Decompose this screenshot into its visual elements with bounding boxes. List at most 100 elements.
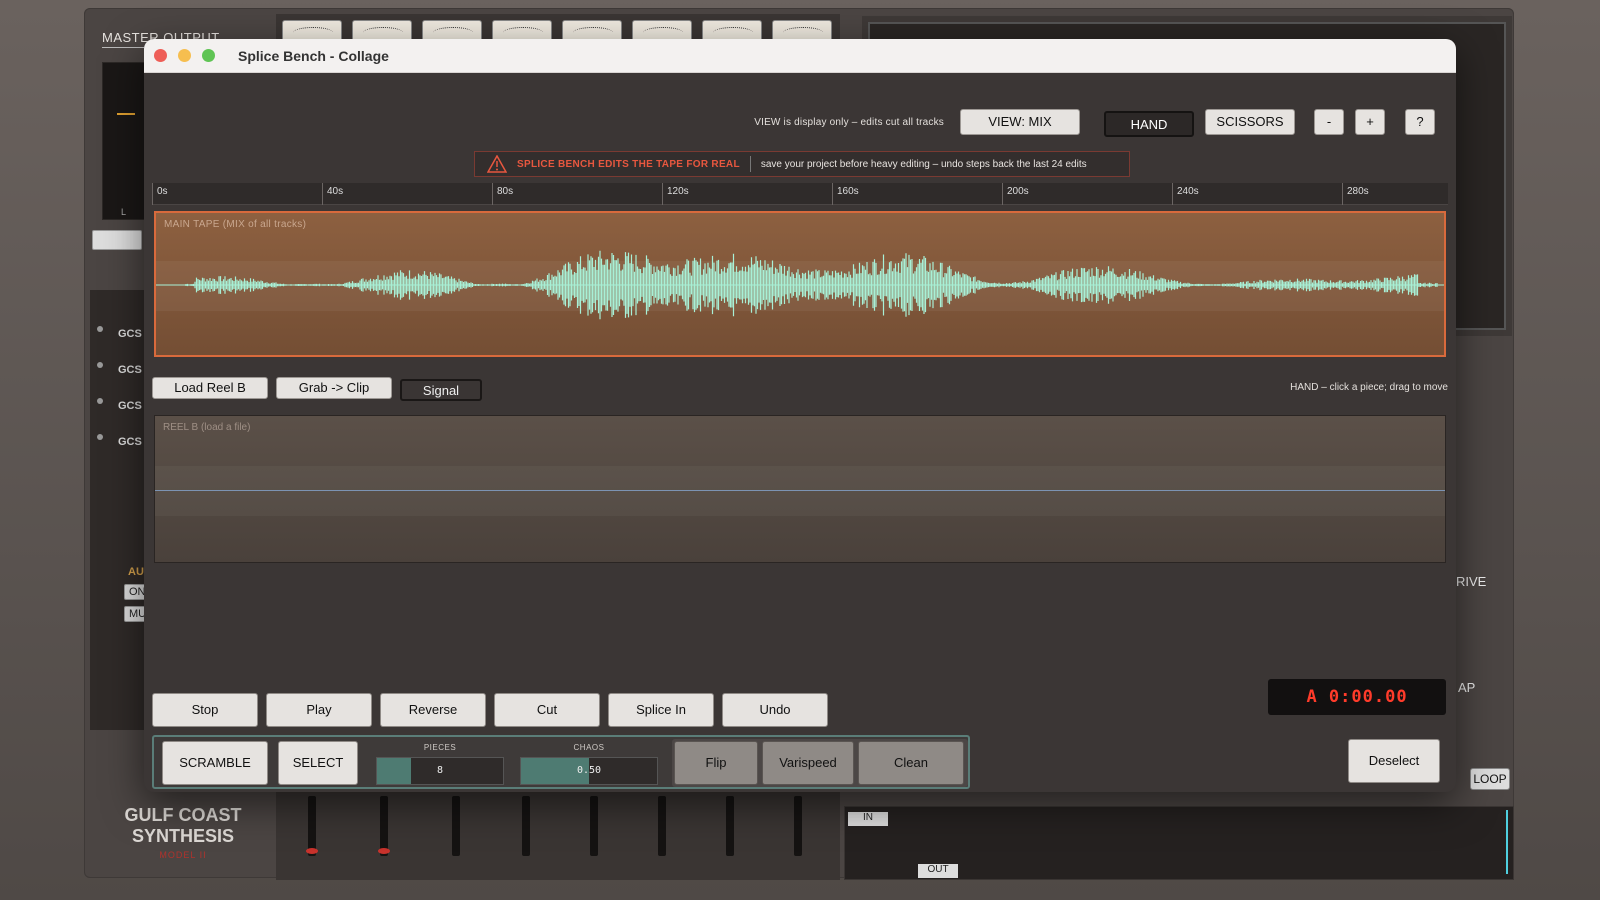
channel-fader[interactable] xyxy=(726,796,734,856)
ruler-tick: 120s xyxy=(662,183,689,205)
help-button[interactable]: ? xyxy=(1405,109,1435,135)
scramble-panel: SCRAMBLE SELECT PIECES 8 CHAOS 0.50 Flip… xyxy=(152,735,970,789)
close-window-button[interactable] xyxy=(154,49,167,62)
scramble-button[interactable]: SCRAMBLE xyxy=(162,741,268,785)
channel-fader[interactable] xyxy=(308,796,316,856)
pieces-slider[interactable]: 8 xyxy=(376,757,504,785)
master-meter: L xyxy=(102,62,146,220)
ruler-tick-label: 160s xyxy=(837,186,859,197)
channel-fader[interactable] xyxy=(380,796,388,856)
pieces-label: PIECES xyxy=(423,743,457,752)
fader-cap[interactable] xyxy=(306,848,318,854)
minimize-window-button[interactable] xyxy=(178,49,191,62)
ruler-tick: 40s xyxy=(322,183,343,205)
grab-clip-button[interactable]: Grab -> Clip xyxy=(276,377,392,399)
splice-bench-window: Splice Bench - Collage VIEW is display o… xyxy=(144,39,1456,792)
ruler-tick-label: 200s xyxy=(1007,186,1029,197)
channel-dot[interactable] xyxy=(97,398,103,404)
zoom-in-button[interactable]: + xyxy=(1355,109,1385,135)
flip-button[interactable]: Flip xyxy=(674,741,758,785)
loop-playhead xyxy=(1506,810,1508,874)
meter-channel-label: L xyxy=(121,207,127,217)
cap-knob-label: AP xyxy=(1458,680,1476,695)
reel-b-flatline xyxy=(155,490,1445,491)
channel-dot[interactable] xyxy=(97,326,103,332)
loop-in-marker[interactable]: IN xyxy=(848,812,888,826)
toolbar: VIEW is display only – edits cut all tra… xyxy=(144,109,1456,139)
ruler-tick-label: 40s xyxy=(327,186,344,197)
waveform-path xyxy=(185,250,1438,320)
undo-button[interactable]: Undo xyxy=(722,693,828,727)
ruler-tick: 280s xyxy=(1342,183,1369,205)
channel-label: GCS xyxy=(118,400,142,412)
track-band xyxy=(155,466,1445,516)
meter-peak-mark xyxy=(117,113,135,115)
signal-button[interactable]: Signal xyxy=(400,379,482,401)
varispeed-button[interactable]: Varispeed xyxy=(762,741,854,785)
channel-strip xyxy=(90,290,146,730)
main-tape-waveform xyxy=(156,250,1444,320)
warning-title: SPLICE BENCH EDITS THE TAPE FOR REAL xyxy=(517,158,740,170)
zoom-out-button[interactable]: - xyxy=(1314,109,1344,135)
scissors-tool-button[interactable]: SCISSORS xyxy=(1205,109,1295,135)
channel-fader[interactable] xyxy=(658,796,666,856)
master-button[interactable] xyxy=(92,230,142,250)
zoom-window-button[interactable] xyxy=(202,49,215,62)
ruler-tick-label: 80s xyxy=(497,186,514,197)
loop-out-marker[interactable]: OUT xyxy=(918,864,958,878)
title-bar[interactable]: Splice Bench - Collage xyxy=(144,39,1456,73)
brand-logo: GULF COAST SYNTHESIS xyxy=(118,805,248,847)
fx-group: Flip Varispeed Clean xyxy=(672,739,968,787)
warning-divider xyxy=(749,156,751,172)
hand-hint: HAND – click a piece; drag to move xyxy=(1290,382,1448,393)
channel-fader[interactable] xyxy=(452,796,460,856)
reel-toolbar: Load Reel B Grab -> Clip Signal HAND – c… xyxy=(152,377,1448,407)
deselect-button[interactable]: Deselect xyxy=(1348,739,1440,783)
brand-line-1: GULF COAST xyxy=(124,805,242,825)
clean-button[interactable]: Clean xyxy=(858,741,964,785)
time-display: A 0:00.00 xyxy=(1268,679,1446,715)
ruler-tick: 240s xyxy=(1172,183,1199,205)
main-tape-track[interactable]: MAIN TAPE (MIX of all tracks) xyxy=(154,211,1446,357)
load-reel-b-button[interactable]: Load Reel B xyxy=(152,377,268,399)
chaos-label: CHAOS xyxy=(573,743,605,752)
timeline-ruler[interactable]: 0s 40s 80s 120s 160s 200s 240s 280s xyxy=(152,183,1448,205)
select-button[interactable]: SELECT xyxy=(278,741,358,785)
reel-b-label: REEL B (load a file) xyxy=(163,422,251,433)
chaos-slider[interactable]: 0.50 xyxy=(520,757,658,785)
channel-fader[interactable] xyxy=(522,796,530,856)
au-label: AU xyxy=(128,566,144,578)
warning-message: save your project before heavy editing –… xyxy=(760,158,1087,170)
ruler-tick: 160s xyxy=(832,183,859,205)
brand-line-2: SYNTHESIS xyxy=(131,826,235,846)
stop-button[interactable]: Stop xyxy=(152,693,258,727)
window-title: Splice Bench - Collage xyxy=(238,47,389,64)
ruler-tick: 80s xyxy=(492,183,513,205)
channel-dot[interactable] xyxy=(97,362,103,368)
warning-icon xyxy=(487,155,507,173)
hand-tool-button[interactable]: HAND xyxy=(1104,111,1194,137)
cut-button[interactable]: Cut xyxy=(494,693,600,727)
ruler-tick: 200s xyxy=(1002,183,1029,205)
play-button[interactable]: Play xyxy=(266,693,372,727)
channel-dot[interactable] xyxy=(97,434,103,440)
splice-in-button[interactable]: Splice In xyxy=(608,693,714,727)
warning-banner: SPLICE BENCH EDITS THE TAPE FOR REAL sav… xyxy=(474,151,1130,177)
channel-fader[interactable] xyxy=(590,796,598,856)
ruler-tick: 0s xyxy=(152,183,168,205)
ruler-tick-label: 0s xyxy=(157,186,168,197)
channel-fader[interactable] xyxy=(794,796,802,856)
reverse-button[interactable]: Reverse xyxy=(380,693,486,727)
reel-b-track[interactable]: REEL B (load a file) xyxy=(154,415,1446,563)
brand-model: MODEL II xyxy=(159,850,207,860)
chaos-value: 0.50 xyxy=(577,765,602,776)
ruler-tick-label: 120s xyxy=(667,186,689,197)
drive-knob-label: RIVE xyxy=(1456,574,1487,589)
fader-bank xyxy=(276,790,840,880)
view-mix-button[interactable]: VIEW: MIX xyxy=(960,109,1080,135)
loop-button[interactable]: LOOP xyxy=(1470,768,1510,790)
fader-cap[interactable] xyxy=(378,848,390,854)
pieces-value: 8 xyxy=(437,765,444,776)
view-note: VIEW is display only – edits cut all tra… xyxy=(754,117,944,128)
pieces-slider-fill xyxy=(377,758,412,784)
